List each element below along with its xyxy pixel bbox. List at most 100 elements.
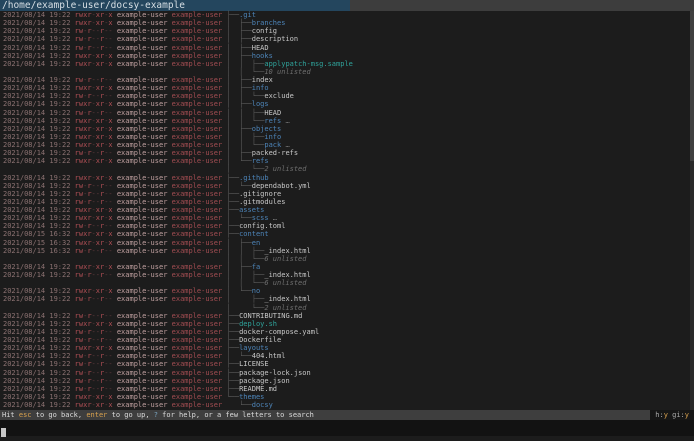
tree-row[interactable]: 2021/08/14 19:22 rw-r--r-- example-user … xyxy=(0,35,694,43)
modified-date: 2021/08/14 19:22 xyxy=(3,35,75,44)
tree-row[interactable]: 2021/08/14 19:22 rw-r--r-- example-user … xyxy=(0,312,694,320)
file-name: _index.html xyxy=(264,271,311,279)
modified-date xyxy=(3,255,75,263)
tree-branch-lines: └── xyxy=(226,401,252,409)
tree-row[interactable]: 2021/08/14 19:22 rw-r--r-- example-user … xyxy=(0,190,694,198)
tree-row[interactable]: 2021/08/14 19:22 rw-r--r-- example-user … xyxy=(0,182,694,190)
tree-branch-lines: │ ├── xyxy=(226,124,252,133)
owner-name: example-user xyxy=(116,141,172,149)
group-name: example-user xyxy=(171,51,227,60)
tree-row[interactable]: 2021/08/14 19:22 rwxr-xr-x example-user … xyxy=(0,206,694,214)
file-name: package.json xyxy=(239,376,290,385)
file-name: HEAD xyxy=(264,108,282,117)
tree-row[interactable]: 2021/08/14 19:22 rwxr-xr-x example-user … xyxy=(0,52,694,60)
owner-name: example-user xyxy=(116,336,172,344)
tree-row[interactable]: 2021/08/14 19:22 rwxr-xr-x example-user … xyxy=(0,320,694,328)
tree-row[interactable]: │ │ └──10 unlisted xyxy=(0,68,694,76)
tree-branch-lines: ├── xyxy=(226,384,240,393)
permissions: rw-r--r-- xyxy=(74,76,113,84)
owner-name: example-user xyxy=(116,116,172,125)
tree-row[interactable]: │ └──2 unlisted xyxy=(0,304,694,312)
tree-branch-lines: │ │ └── xyxy=(226,116,265,125)
tree-branch-lines: │ └── xyxy=(226,303,265,312)
tree-row[interactable]: 2021/08/14 19:22 rw-r--r-- example-user … xyxy=(0,295,694,303)
file-name: README.md xyxy=(239,384,278,393)
tree-row[interactable]: 2021/08/14 19:22 rwxr-xr-x example-user … xyxy=(0,141,694,149)
scrollbar[interactable] xyxy=(690,11,694,410)
owner-name: example-user xyxy=(116,368,172,377)
group-name: example-user xyxy=(171,124,227,133)
file-name: package-lock.json xyxy=(239,368,311,377)
tree-row[interactable]: │ │ └──6 unlisted xyxy=(0,255,694,263)
tree-row[interactable]: 2021/08/14 19:22 rwxr-xr-x example-user … xyxy=(0,263,694,271)
group-name: example-user xyxy=(171,11,227,19)
tree-row[interactable]: 2021/08/14 19:22 rw-r--r-- example-user … xyxy=(0,271,694,279)
tree-row[interactable]: 2021/08/14 19:22 rw-r--r-- example-user … xyxy=(0,44,694,52)
tree-row[interactable]: 2021/08/14 19:22 rw-r--r-- example-user … xyxy=(0,198,694,206)
modified-date: 2021/08/14 19:22 xyxy=(3,327,75,336)
owner-name xyxy=(117,165,172,173)
tree-row[interactable]: 2021/08/14 19:22 rwxr-xr-x example-user … xyxy=(0,117,694,125)
modified-date: 2021/08/14 19:22 xyxy=(3,311,75,320)
tree-row[interactable]: 2021/08/14 19:22 rwxr-xr-x example-user … xyxy=(0,125,694,133)
group-name: example-user xyxy=(171,392,227,401)
tree-row[interactable]: 2021/08/14 19:22 rw-r--r-- example-user … xyxy=(0,360,694,368)
tree-row[interactable]: 2021/08/14 19:22 rw-r--r-- example-user … xyxy=(0,369,694,377)
help-key: esc xyxy=(18,411,32,419)
tree-branch-lines: │ ├── xyxy=(226,84,252,93)
tree-row[interactable]: 2021/08/14 19:22 rw-r--r-- example-user … xyxy=(0,377,694,385)
group-name: example-user xyxy=(171,368,227,377)
scrollbar-thumb[interactable] xyxy=(690,11,694,161)
owner-name: example-user xyxy=(116,173,172,182)
help-text: Hit esc to go back, enter to go up, ? fo… xyxy=(0,410,314,420)
tree-branch-lines: │ └── xyxy=(226,214,252,223)
owner-name: example-user xyxy=(116,189,172,198)
owner-name: example-user xyxy=(116,100,172,109)
permissions: rwxr-xr-x xyxy=(74,11,113,19)
owner-name: example-user xyxy=(116,181,172,190)
permissions: rwxr-xr-x xyxy=(74,100,113,109)
path-bar[interactable]: /home/example-user/docsy-example xyxy=(0,0,694,11)
owner-name: example-user xyxy=(116,197,172,206)
owner-name: example-user xyxy=(116,392,172,401)
permissions xyxy=(75,165,117,173)
permissions: rwxr-xr-x xyxy=(74,401,113,409)
tree-row[interactable]: 2021/08/14 19:22 rwxr-xr-x example-user … xyxy=(0,133,694,141)
permissions: rwxr-xr-x xyxy=(74,230,113,239)
permissions: rw-r--r-- xyxy=(74,295,113,304)
tree-row[interactable]: 2021/08/14 19:22 rw-r--r-- example-user … xyxy=(0,385,694,393)
group-name: example-user xyxy=(171,108,227,117)
tree-row[interactable]: 2021/08/14 19:22 rw-r--r-- example-user … xyxy=(0,109,694,117)
tree-row[interactable]: 2021/08/14 19:22 rwxr-xr-x example-user … xyxy=(0,60,694,68)
group-name: example-user xyxy=(171,84,227,93)
tree-branch-lines: │ │ ├── xyxy=(226,246,265,255)
modified-date: 2021/08/14 19:22 xyxy=(3,11,75,19)
permissions: rw-r--r-- xyxy=(74,327,113,336)
file-name: index xyxy=(251,76,273,84)
file-name: LICENSE xyxy=(239,360,269,369)
group-name: example-user xyxy=(171,181,227,190)
directory-name: docsy xyxy=(251,401,273,409)
tree-row[interactable]: 2021/08/14 19:22 rw-r--r-- example-user … xyxy=(0,328,694,336)
tree-row[interactable]: 2021/08/14 19:22 rwxr-xr-x example-user … xyxy=(0,174,694,182)
tree-row[interactable]: │ └──2 unlisted xyxy=(0,165,694,173)
file-name: docker-compose.yaml xyxy=(239,327,320,336)
tree-row[interactable]: 2021/08/15 16:32 rwxr-xr-x example-user … xyxy=(0,239,694,247)
tree-branch-lines: │ │ └── xyxy=(226,279,265,288)
owner-name xyxy=(117,279,172,287)
tree-row[interactable]: 2021/08/15 16:32 rwxr-xr-x example-user … xyxy=(0,230,694,238)
tree-row[interactable]: 2021/08/15 16:32 rw-r--r-- example-user … xyxy=(0,247,694,255)
truncated-ellipsis: … xyxy=(281,141,290,149)
tree-row[interactable]: 2021/08/14 19:22 rwxr-xr-x example-user … xyxy=(0,11,694,19)
group-name: example-user xyxy=(171,311,227,320)
owner-name: example-user xyxy=(116,84,172,93)
tree-row[interactable]: 2021/08/14 19:22 rwxr-xr-x example-user … xyxy=(0,100,694,108)
owner-name: example-user xyxy=(116,327,172,336)
tree-row[interactable]: 2021/08/14 19:22 rwxr-xr-x example-user … xyxy=(0,393,694,401)
group-name xyxy=(172,279,227,287)
permissions xyxy=(75,68,117,76)
tree-row[interactable]: 2021/08/14 19:22 rw-r--r-- example-user … xyxy=(0,336,694,344)
tree-row[interactable]: 2021/08/14 19:22 rwxr-xr-x example-user … xyxy=(0,401,694,409)
tree-row[interactable]: 2021/08/14 19:22 rw-r--r-- example-user … xyxy=(0,76,694,84)
tree-branch-lines: ├── xyxy=(226,230,240,239)
